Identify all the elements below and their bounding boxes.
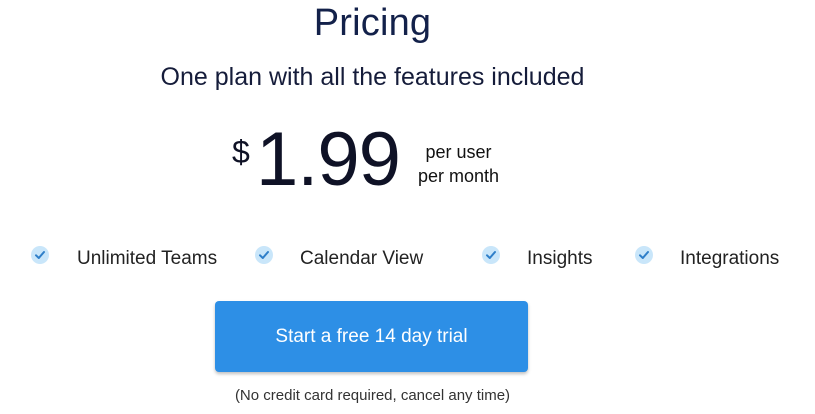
feature-label: Insights <box>527 248 593 269</box>
price-amount: 1.99 <box>256 117 401 202</box>
page-title: Pricing <box>313 2 432 44</box>
feature-label: Unlimited Teams <box>77 248 218 269</box>
price-currency: $ <box>232 134 250 170</box>
page-subtitle: One plan with all the features included <box>160 63 585 91</box>
start-free-trial-button[interactable]: Start a free 14 day trial <box>215 301 528 372</box>
price-period: per user per month <box>418 140 499 188</box>
price-block: $ 1.99 per user per month <box>232 120 532 200</box>
check-circle-icon <box>635 246 653 264</box>
check-circle-icon <box>482 246 500 264</box>
feature-label: Calendar View <box>300 248 424 269</box>
check-circle-icon <box>255 246 273 264</box>
price-per-user: per user <box>425 142 492 162</box>
check-circle-icon <box>31 246 49 264</box>
feature-label: Integrations <box>680 248 780 269</box>
trial-note: (No credit card required, cancel any tim… <box>234 387 511 404</box>
price-per-month: per month <box>418 166 500 186</box>
feature-list: Unlimited Teams Calendar View Insights I… <box>0 244 815 272</box>
